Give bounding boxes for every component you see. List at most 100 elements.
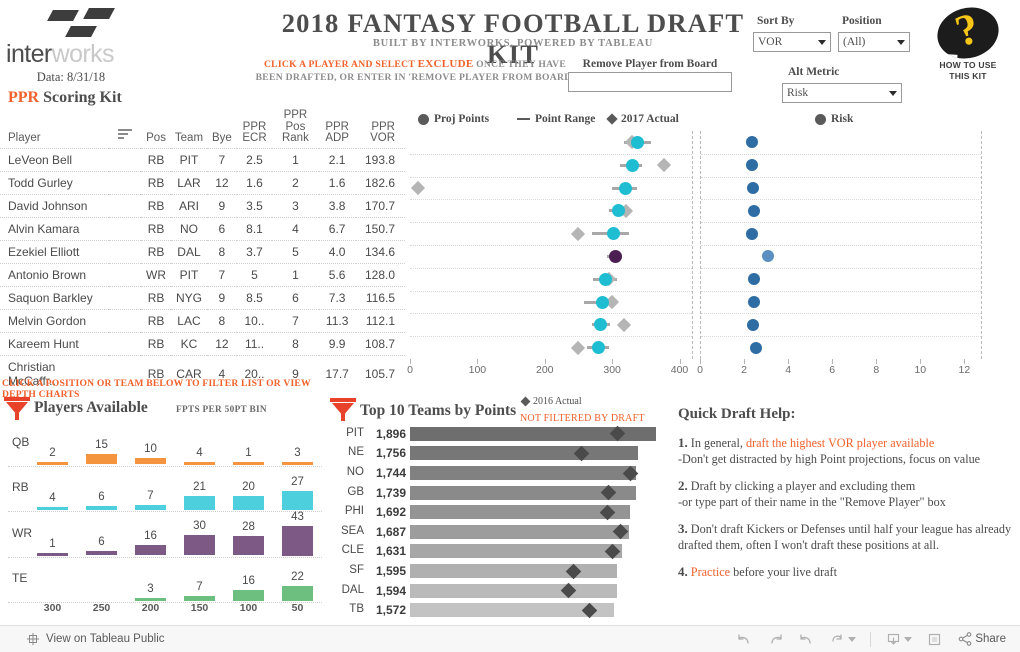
position-label-qb[interactable]: QB bbox=[12, 435, 29, 449]
download-icon[interactable] bbox=[885, 631, 913, 648]
bar-qb-200[interactable] bbox=[135, 457, 166, 465]
proj-points-marker[interactable] bbox=[631, 135, 645, 149]
actual-2017-marker[interactable] bbox=[617, 317, 632, 332]
proj-points-dotplot[interactable] bbox=[410, 131, 693, 359]
team-bar[interactable] bbox=[410, 544, 622, 559]
table-row[interactable]: Todd Gurley RB LAR 12 1.6 2 1.6 182.6 bbox=[0, 170, 405, 194]
player-table[interactable]: Player Pos Team Bye PPR ECR PPR Pos Rank… bbox=[0, 109, 405, 392]
players-available-filter-icon[interactable] bbox=[4, 395, 30, 421]
fullscreen-icon[interactable] bbox=[926, 631, 943, 648]
team-abbr[interactable]: PIT bbox=[334, 427, 364, 439]
bar-qb-50[interactable] bbox=[282, 461, 313, 465]
col-ppr-pos-rank[interactable]: PPR Pos Rank bbox=[272, 109, 318, 148]
bar-rb-100[interactable] bbox=[233, 496, 264, 510]
bar-wr-50[interactable] bbox=[282, 526, 313, 556]
risk-marker[interactable] bbox=[745, 159, 758, 172]
bar-rb-50[interactable] bbox=[282, 491, 313, 510]
col-ppr-vor[interactable]: PPR VOR bbox=[356, 110, 405, 148]
proj-points-marker[interactable] bbox=[598, 272, 612, 286]
table-row[interactable]: LeVeon Bell RB PIT 7 2.5 1 2.1 193.8 bbox=[0, 147, 405, 171]
proj-points-marker[interactable] bbox=[619, 181, 633, 195]
bar-wr-150[interactable] bbox=[184, 534, 215, 556]
risk-dotplot[interactable] bbox=[700, 131, 982, 359]
sort-by-dropdown[interactable]: VOR bbox=[753, 32, 831, 52]
share-button[interactable]: Share bbox=[957, 631, 1006, 647]
undo-icon[interactable] bbox=[736, 631, 753, 648]
proj-points-marker[interactable] bbox=[594, 318, 608, 332]
col-sort-control[interactable] bbox=[109, 110, 141, 148]
team-abbr[interactable]: SF bbox=[334, 564, 364, 576]
bar-wr-300[interactable] bbox=[37, 552, 68, 556]
how-to-use-badge[interactable]: HOW TO USE THIS KIT bbox=[928, 0, 1008, 82]
table-row[interactable]: Melvin Gordon RB LAC 8 10.. 7 11.3 112.1 bbox=[0, 308, 405, 332]
bar-rb-150[interactable] bbox=[184, 495, 215, 510]
bar-qb-250[interactable] bbox=[86, 454, 117, 465]
risk-marker[interactable] bbox=[747, 296, 760, 308]
team-abbr[interactable]: TB bbox=[334, 603, 364, 615]
top10-chart[interactable]: PIT 1,896 NE 1,756 NO 1,744 GB 1,739 PHI 1,692 SEA… bbox=[330, 424, 670, 620]
proj-points-marker[interactable] bbox=[592, 341, 606, 355]
actual-2017-marker[interactable] bbox=[656, 158, 672, 173]
bar-qb-300[interactable] bbox=[37, 461, 68, 465]
team-abbr[interactable]: NO bbox=[334, 466, 364, 478]
bar-wr-200[interactable] bbox=[135, 544, 166, 556]
revert-icon[interactable] bbox=[798, 631, 815, 648]
team-abbr[interactable]: PHI bbox=[334, 505, 364, 517]
team-abbr[interactable]: DAL bbox=[334, 584, 364, 596]
actual-2017-marker[interactable] bbox=[571, 226, 586, 241]
col-ppr-adp[interactable]: PPR ADP bbox=[319, 110, 356, 148]
bar-qb-150[interactable] bbox=[184, 461, 215, 465]
proj-points-marker[interactable] bbox=[609, 249, 622, 263]
team-bar[interactable] bbox=[410, 446, 638, 461]
risk-marker[interactable] bbox=[745, 227, 758, 240]
proj-points-marker[interactable] bbox=[606, 227, 620, 241]
bar-te-100[interactable] bbox=[233, 590, 264, 601]
refresh-icon[interactable] bbox=[829, 631, 857, 648]
risk-marker[interactable] bbox=[746, 182, 759, 194]
team-bar[interactable] bbox=[410, 524, 629, 539]
proj-points-marker[interactable] bbox=[625, 158, 639, 172]
risk-marker[interactable] bbox=[762, 250, 775, 263]
col-bye[interactable]: Bye bbox=[207, 110, 237, 148]
col-pos[interactable]: Pos bbox=[141, 110, 171, 148]
bar-rb-250[interactable] bbox=[86, 505, 117, 510]
table-row[interactable]: Kareem Hunt RB KC 12 11.. 8 9.9 108.7 bbox=[0, 331, 405, 355]
bar-te-50[interactable] bbox=[282, 585, 313, 601]
risk-marker[interactable] bbox=[750, 341, 763, 354]
risk-marker[interactable] bbox=[746, 318, 759, 331]
redo-icon[interactable] bbox=[767, 631, 784, 648]
team-bar[interactable] bbox=[410, 583, 617, 598]
bar-wr-250[interactable] bbox=[86, 551, 117, 556]
chevron-down-icon[interactable] bbox=[904, 636, 913, 642]
table-row[interactable]: Saquon Barkley RB NYG 9 8.5 6 7.3 116.5 bbox=[0, 285, 405, 309]
col-team[interactable]: Team bbox=[171, 110, 207, 148]
alt-metric-dropdown[interactable]: Risk bbox=[782, 83, 902, 103]
view-on-tableau-public[interactable]: View on Tableau Public bbox=[26, 632, 165, 646]
team-bar[interactable] bbox=[410, 466, 637, 480]
bar-te-200[interactable] bbox=[135, 598, 166, 601]
bar-wr-100[interactable] bbox=[233, 536, 264, 556]
risk-marker[interactable] bbox=[747, 204, 760, 217]
risk-marker[interactable] bbox=[745, 136, 758, 149]
actual-2017-marker[interactable] bbox=[411, 180, 426, 196]
bar-rb-200[interactable] bbox=[135, 505, 166, 510]
chevron-down-icon[interactable] bbox=[848, 636, 857, 642]
table-row[interactable]: Alvin Kamara RB NO 6 8.1 4 6.7 150.7 bbox=[0, 216, 405, 240]
bar-te-150[interactable] bbox=[184, 596, 215, 601]
table-row[interactable]: Ezekiel Elliott RB DAL 8 3.7 5 4.0 134.6 bbox=[0, 239, 405, 263]
position-label-te[interactable]: TE bbox=[12, 571, 27, 585]
table-row[interactable]: Antonio Brown WR PIT 7 5 1 5.6 128.0 bbox=[0, 262, 405, 286]
team-abbr[interactable]: GB bbox=[334, 486, 364, 498]
team-abbr[interactable]: SEA bbox=[334, 525, 364, 537]
position-dropdown[interactable]: (All) bbox=[838, 32, 910, 52]
top10-filter-icon[interactable] bbox=[330, 396, 356, 422]
sort-icon[interactable] bbox=[117, 127, 132, 141]
bar-qb-100[interactable] bbox=[233, 461, 264, 465]
col-ppr-ecr[interactable]: PPR ECR bbox=[237, 110, 273, 148]
remove-player-input[interactable] bbox=[568, 72, 732, 92]
team-bar[interactable] bbox=[410, 505, 630, 520]
team-bar[interactable] bbox=[410, 564, 617, 578]
col-player[interactable]: Player bbox=[0, 110, 109, 148]
actual-2017-marker[interactable] bbox=[571, 340, 586, 355]
team-abbr[interactable]: NE bbox=[334, 446, 364, 458]
